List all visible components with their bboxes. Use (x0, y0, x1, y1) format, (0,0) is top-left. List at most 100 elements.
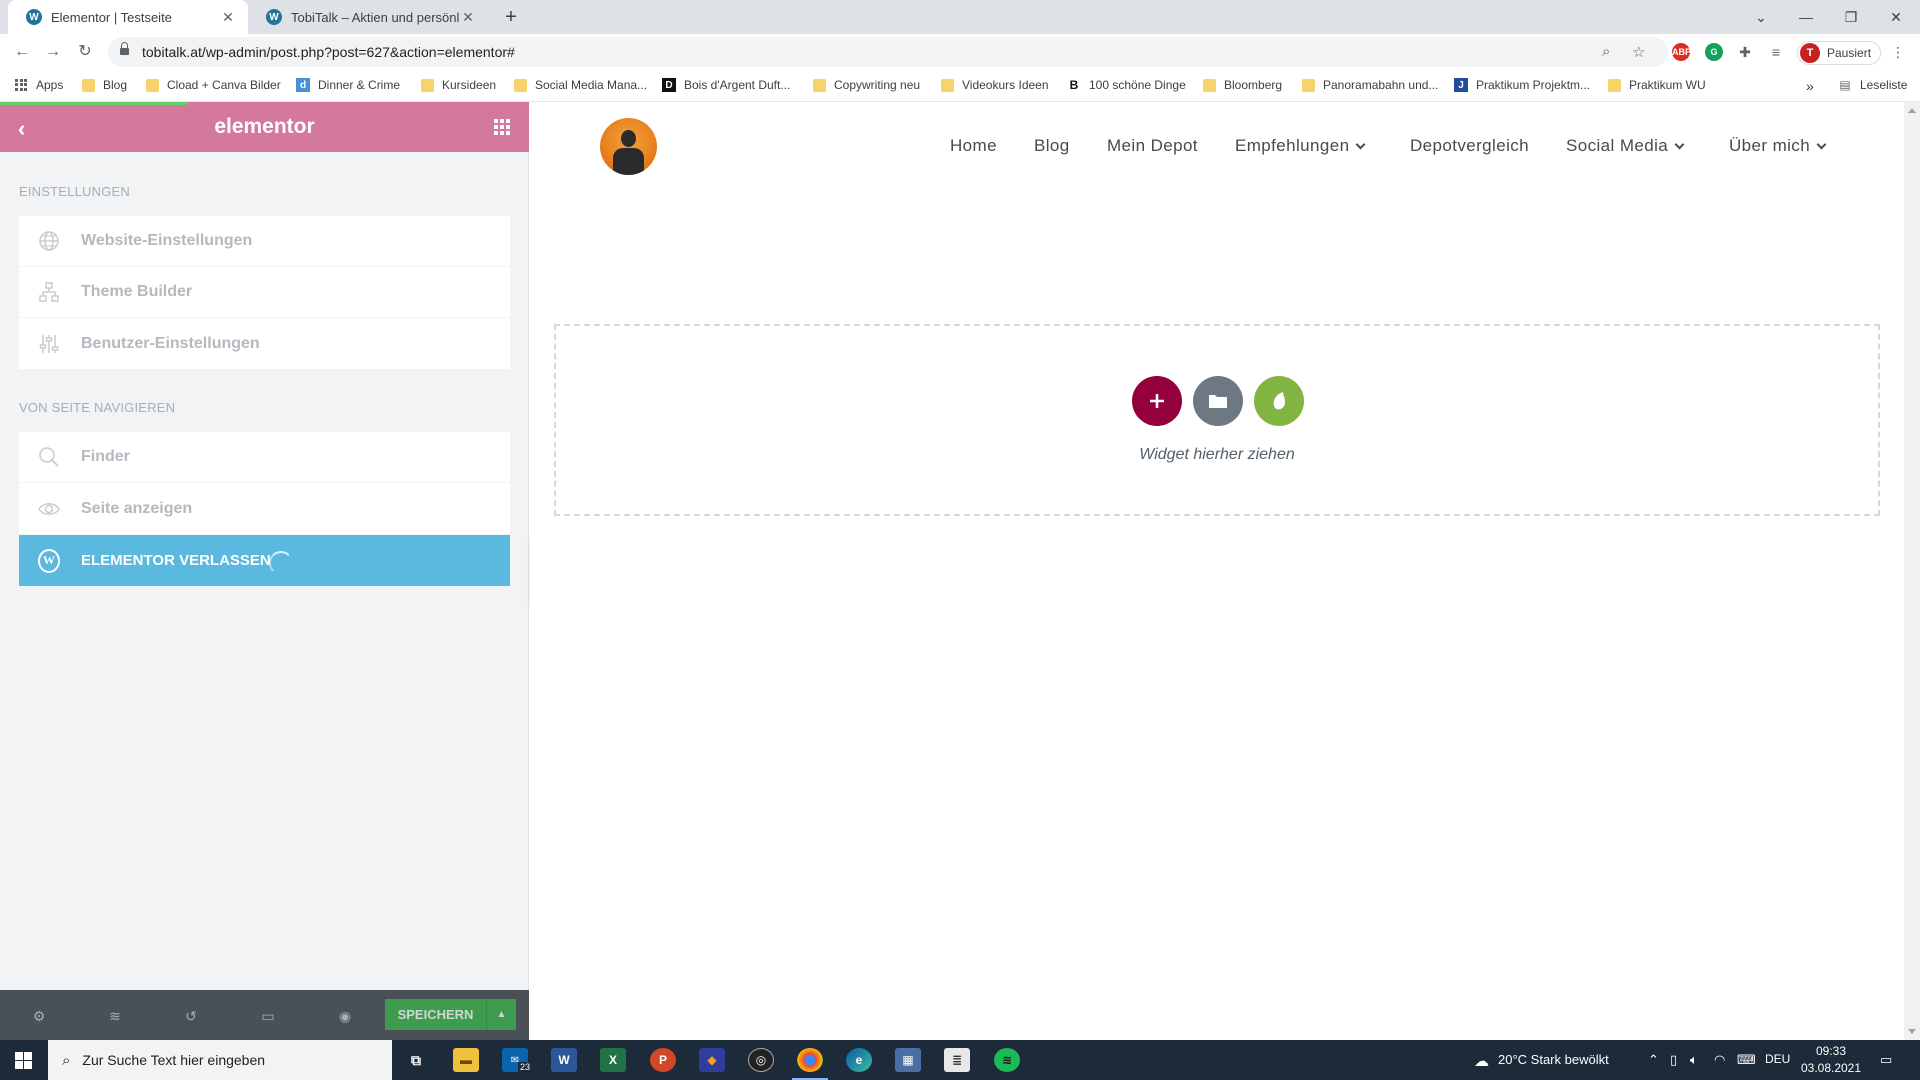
new-tab-button[interactable]: + (499, 5, 523, 29)
add-template-button[interactable] (1193, 376, 1243, 426)
forward-icon[interactable]: → (43, 42, 63, 62)
edge-icon[interactable]: e (846, 1048, 872, 1072)
bookmark-panoramabahn[interactable]: Panoramabahn und... (1302, 78, 1438, 92)
nav-label: Blog (1034, 136, 1070, 155)
adblock-extension-icon[interactable]: ABP (1672, 43, 1691, 61)
reload-icon[interactable]: ↻ (75, 42, 95, 62)
address-bar[interactable]: tobitalk.at/wp-admin/post.php?post=627&a… (108, 37, 1668, 67)
bookmark-kursideen[interactable]: Kursideen (421, 78, 496, 92)
media-queue-icon[interactable]: ≡ (1766, 42, 1786, 62)
word-icon[interactable]: W (551, 1048, 577, 1072)
close-tab-icon[interactable]: ✕ (460, 9, 476, 26)
bookmark-label: Cload + Canva Bilder (167, 78, 281, 92)
excel-icon[interactable]: X (600, 1048, 626, 1072)
grammarly-extension-icon[interactable]: G (1705, 43, 1723, 61)
responsive-mode-icon[interactable]: ▭ (259, 1007, 277, 1025)
bookmark-blog[interactable]: Blog (82, 78, 127, 92)
menu-item-theme-builder[interactable]: Theme Builder (19, 267, 510, 318)
site-icon: D (662, 78, 676, 92)
folder-icon (146, 78, 159, 92)
scroll-up-icon[interactable] (1908, 108, 1916, 113)
taskbar-search-box[interactable]: ⌕ Zur Suche Text hier eingeben (48, 1040, 392, 1080)
page-scrollbar[interactable] (1904, 102, 1920, 1040)
camtasia-icon[interactable]: ◆ (699, 1048, 725, 1072)
bookmark-apps[interactable]: Apps (14, 78, 63, 92)
nav-empfehlungen[interactable]: Empfehlungen (1235, 136, 1366, 156)
menu-item-website-settings[interactable]: Website-Einstellungen (19, 216, 510, 267)
bookmark-dinner-crime[interactable]: d Dinner & Crime (296, 78, 400, 92)
nav-social-media[interactable]: Social Media (1566, 136, 1685, 156)
tab-search-icon[interactable]: ⌄ (1741, 0, 1781, 34)
nav-depotvergleich[interactable]: Depotvergleich (1410, 136, 1529, 156)
navigator-layers-icon[interactable]: ≋ (106, 1007, 124, 1025)
nav-blog[interactable]: Blog (1034, 136, 1070, 156)
add-section-button[interactable] (1132, 376, 1182, 426)
tab-elementor-testseite[interactable]: W Elementor | Testseite ✕ (8, 0, 248, 34)
bookmark-videokurs[interactable]: Videokurs Ideen (941, 78, 1049, 92)
menu-item-finder[interactable]: Finder (19, 432, 510, 483)
task-view-icon[interactable]: ⧉ (403, 1048, 429, 1072)
obs-icon[interactable]: ◎ (748, 1048, 774, 1072)
bookmark-cload-canva[interactable]: Cload + Canva Bilder (146, 78, 281, 92)
chrome-menu-icon[interactable]: ⋮ (1888, 42, 1908, 62)
file-explorer-icon[interactable]: ▬ (453, 1048, 479, 1072)
volume-icon[interactable]: 🔈︎ (1690, 1052, 1698, 1068)
tray-chevron-up-icon[interactable]: ⌃ (1648, 1052, 1659, 1068)
keyboard-icon[interactable]: ⌨ (1737, 1052, 1756, 1068)
weather-text[interactable]: 20°C Stark bewölkt (1498, 1052, 1609, 1067)
tab-title: TobiTalk – Aktien und persönliche (291, 9, 460, 25)
reading-list-button[interactable]: ▤ Leseliste (1838, 78, 1907, 92)
nav-ueber-mich[interactable]: Über mich (1729, 136, 1827, 156)
menu-item-user-settings[interactable]: Benutzer-Einstellungen (19, 318, 510, 369)
history-icon[interactable]: ↺ (182, 1007, 200, 1025)
profile-button[interactable]: T Pausiert (1797, 41, 1881, 65)
settings-gear-icon[interactable]: ⚙ (30, 1007, 48, 1025)
site-logo[interactable] (600, 118, 657, 175)
menu-item-view-page[interactable]: Seite anzeigen (19, 483, 510, 534)
chrome-icon[interactable] (797, 1048, 823, 1072)
bookmark-social-media[interactable]: Social Media Mana... (514, 78, 647, 92)
save-button[interactable]: SPEICHERN (385, 999, 486, 1030)
zoom-icon[interactable]: ⌕ (1602, 43, 1610, 60)
powerpoint-icon[interactable]: P (650, 1048, 676, 1072)
spotify-icon[interactable]: ≋ (994, 1048, 1020, 1072)
bookmark-bloomberg[interactable]: Bloomberg (1203, 78, 1282, 92)
close-window-icon[interactable]: ✕ (1876, 0, 1916, 34)
exit-elementor-button[interactable]: W ELEMENTOR VERLASSEN (19, 535, 510, 586)
restore-icon[interactable]: ❐ (1831, 0, 1871, 34)
bookmark-label: Kursideen (442, 78, 497, 92)
system-clock[interactable]: 09:33 03.08.2021 (1795, 1043, 1867, 1077)
widgets-grid-icon[interactable] (494, 119, 510, 135)
notifications-icon[interactable]: ▭ (1880, 1052, 1892, 1068)
preview-eye-icon[interactable]: ◉ (336, 1007, 354, 1025)
minimize-icon[interactable]: — (1786, 0, 1826, 34)
loading-spinner-icon (269, 551, 293, 575)
notepad-icon[interactable]: ≣ (944, 1048, 970, 1072)
empty-section-dropzone[interactable]: Widget hierher ziehen (554, 324, 1880, 516)
device-icon[interactable]: ▯ (1670, 1052, 1677, 1068)
back-icon[interactable]: ← (12, 42, 32, 62)
browser-tab-strip: W Elementor | Testseite ✕ W TobiTalk – A… (0, 0, 1920, 34)
close-tab-icon[interactable]: ✕ (220, 9, 236, 26)
app-icon[interactable]: ▦ (895, 1048, 921, 1072)
nav-label: Über mich (1729, 136, 1811, 155)
scroll-down-icon[interactable] (1908, 1029, 1916, 1034)
windows-start-icon[interactable] (15, 1052, 32, 1069)
envato-kits-button[interactable] (1254, 376, 1304, 426)
bookmark-100-schoene-dinge[interactable]: B 100 schöne Dinge (1067, 78, 1186, 92)
nav-mein-depot[interactable]: Mein Depot (1107, 136, 1198, 156)
wifi-icon[interactable]: ◠ (1714, 1052, 1725, 1068)
input-language[interactable]: DEU (1765, 1052, 1790, 1066)
bookmark-star-icon[interactable]: ☆ (1632, 43, 1645, 61)
bookmarks-overflow-icon[interactable]: » (1806, 78, 1814, 94)
bookmark-praktikum-projektm[interactable]: J Praktikum Projektm... (1454, 78, 1590, 92)
weather-cloud-icon[interactable]: ☁ (1474, 1052, 1489, 1070)
extensions-puzzle-icon[interactable]: ✚ (1735, 42, 1755, 62)
bookmark-praktikum-wu[interactable]: Praktikum WU (1608, 78, 1706, 92)
save-options-caret-icon[interactable]: ▲ (486, 999, 516, 1030)
site-icon: B (1069, 78, 1079, 92)
bookmark-copywriting[interactable]: Copywriting neu (813, 78, 920, 92)
nav-home[interactable]: Home (950, 136, 997, 156)
tab-tobitalk[interactable]: W TobiTalk – Aktien und persönliche ✕ (248, 0, 488, 34)
bookmark-bois-dargent[interactable]: D Bois d'Argent Duft... (662, 78, 790, 92)
